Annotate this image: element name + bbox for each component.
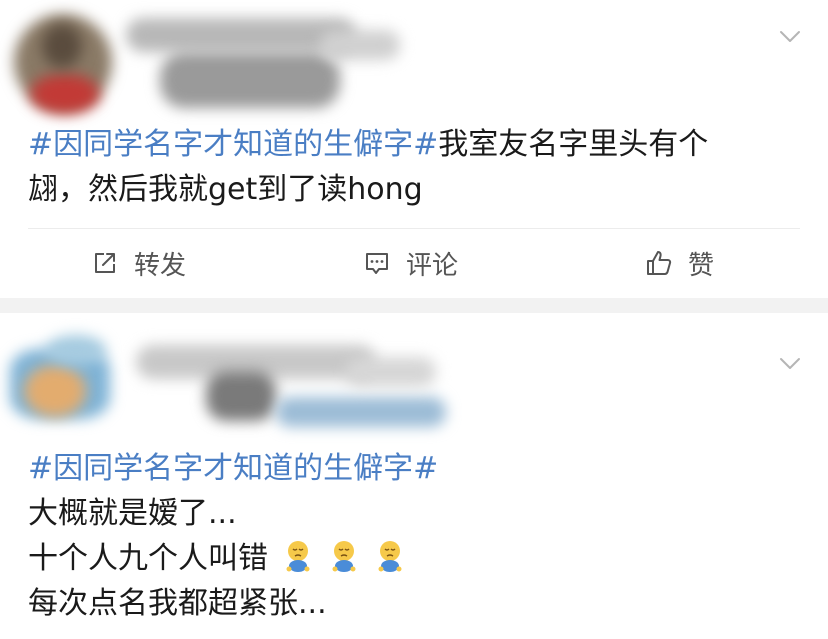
content-line-1: 大概就是嫒了... <box>28 496 237 531</box>
like-button[interactable]: 赞 <box>644 243 714 283</box>
content-line-2: 翃，然后我就get到了读hong <box>28 172 423 207</box>
post-card: #因同学名字才知道的生僻字# 大概就是嫒了... 十个人九个人叫错 每次点名我都… <box>0 313 828 639</box>
share-icon <box>90 248 120 278</box>
post-header-blurred <box>0 0 828 120</box>
repost-label: 转发 <box>134 250 187 281</box>
post-header-blurred <box>0 313 828 443</box>
post-menu-button[interactable] <box>778 351 802 375</box>
post-content: #因同学名字才知道的生僻字# 大概就是嫒了... 十个人九个人叫错 每次点名我都… <box>28 446 438 626</box>
like-label: 赞 <box>688 250 715 281</box>
username-blurred <box>126 327 466 437</box>
post-card: #因同学名字才知道的生僻字#我室友名字里头有个 翃，然后我就get到了读hong… <box>0 0 828 298</box>
chevron-down-icon <box>780 31 800 42</box>
post-divider <box>0 298 828 313</box>
content-line-2: 十个人九个人叫错 <box>28 536 438 581</box>
content-text: 我室友名字里头有个 <box>438 127 709 162</box>
comment-label: 评论 <box>406 250 459 281</box>
content-line-3: 每次点名我都超紧张... <box>28 586 327 621</box>
thumbs-up-icon <box>644 248 674 278</box>
sad-sitting-emoji-icon <box>374 539 406 573</box>
avatar[interactable] <box>8 8 120 120</box>
content-line-1: #因同学名字才知道的生僻字#我室友名字里头有个 <box>28 122 708 167</box>
repost-button[interactable]: 转发 <box>90 243 186 283</box>
sad-sitting-emoji-icon <box>328 539 360 573</box>
content-text: 十个人九个人叫错 <box>28 541 268 576</box>
chevron-down-icon <box>780 358 800 369</box>
comment-icon <box>362 248 392 278</box>
avatar[interactable] <box>6 325 126 445</box>
action-bar: 转发 评论 赞 <box>28 228 800 298</box>
comment-button[interactable]: 评论 <box>362 243 458 283</box>
hashtag-link[interactable]: #因同学名字才知道的生僻字# <box>28 446 438 491</box>
post-content: #因同学名字才知道的生僻字#我室友名字里头有个 翃，然后我就get到了读hong <box>28 122 708 212</box>
hashtag-link[interactable]: #因同学名字才知道的生僻字# <box>28 127 438 162</box>
post-menu-button[interactable] <box>778 24 802 48</box>
username-blurred <box>120 10 400 110</box>
sad-sitting-emoji-icon <box>282 539 314 573</box>
